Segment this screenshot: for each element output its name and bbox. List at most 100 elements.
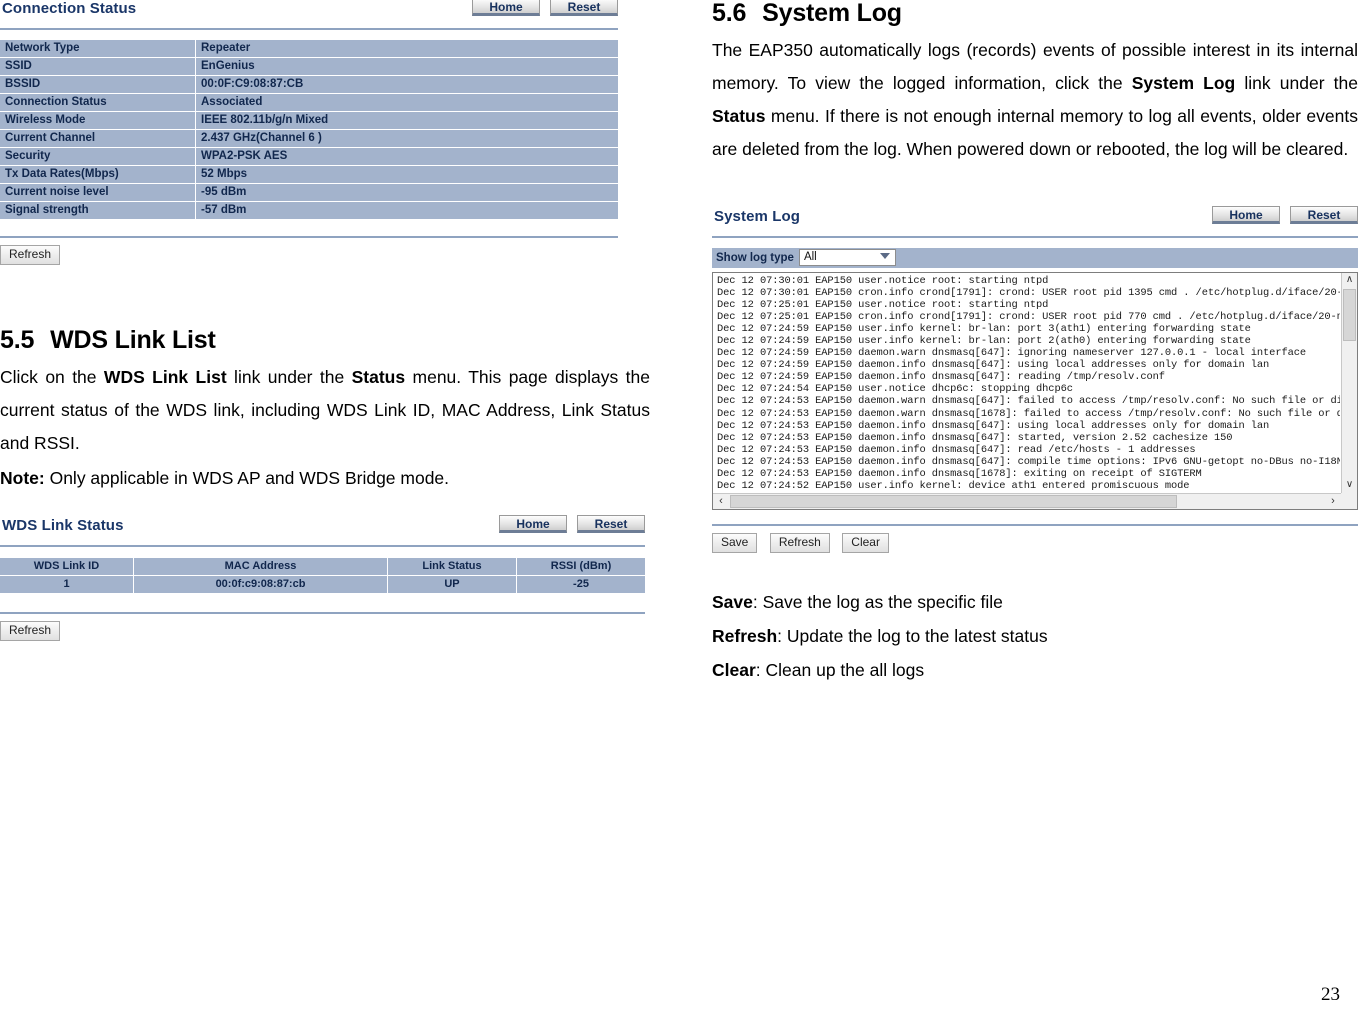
log-line: Dec 12 07:24:59 EAP150 user.info kernel:… <box>717 334 1251 347</box>
save-button[interactable]: Save <box>712 532 758 553</box>
log-line: Dec 12 07:24:53 EAP150 daemon.warn dnsma… <box>717 407 1340 420</box>
row-value: 2.437 GHz(Channel 6 ) <box>195 129 618 148</box>
log-line: Dec 12 07:25:01 EAP150 cron.info crond[1… <box>717 310 1340 323</box>
section-5-5-paragraph: Click on the WDS Link List link under th… <box>0 361 650 460</box>
row-value: IEEE 802.11b/g/n Mixed <box>195 111 618 130</box>
note-text: Only applicable in WDS AP and WDS Bridge… <box>44 467 450 488</box>
definition-save: Save: Save the log as the specific file <box>712 585 1358 619</box>
footer-divider <box>0 236 618 238</box>
connection-status-screenshot: Connection Status Home Reset Network Typ… <box>0 0 618 265</box>
row-key: Current Channel <box>0 129 196 148</box>
row-key: BSSID <box>0 75 196 94</box>
reset-button[interactable]: Reset <box>550 0 618 16</box>
section-heading: 5.5 WDS Link List <box>0 326 650 355</box>
title-divider <box>0 28 618 30</box>
log-line: Dec 12 07:24:53 EAP150 daemon.info dnsma… <box>717 419 1270 432</box>
section-title: System Log <box>762 0 902 27</box>
para-part: link under the <box>226 366 352 387</box>
definition-term: Save <box>712 591 753 612</box>
log-line: Dec 12 07:24:59 EAP150 user.info kernel:… <box>717 322 1251 335</box>
col-header-wds-link-id: WDS Link ID <box>0 557 134 576</box>
clear-button[interactable]: Clear <box>842 532 889 553</box>
connection-status-table: Network Type Repeater SSID EnGenius BSSI… <box>0 40 618 220</box>
panel-title: System Log <box>714 207 801 225</box>
log-output-box[interactable]: Dec 12 07:30:01 EAP150 user.notice root:… <box>712 271 1358 510</box>
log-type-filter-bar: Show log type All <box>712 247 1358 268</box>
reset-button[interactable]: Reset <box>577 514 645 533</box>
footer-divider <box>0 611 645 614</box>
section-title: WDS Link List <box>50 326 216 354</box>
col-header-link-status: Link Status <box>387 557 517 576</box>
para-part: link under the <box>1235 72 1358 93</box>
log-line: Dec 12 07:24:53 EAP150 daemon.warn dnsma… <box>717 395 1340 408</box>
scrollbar-corner <box>1341 492 1357 509</box>
refresh-button[interactable]: Refresh <box>769 532 830 553</box>
row-value: 00:0F:C9:08:87:CB <box>195 75 618 94</box>
para-part-bold: Status <box>351 366 406 387</box>
definition-desc: : Clean up the all logs <box>755 659 925 680</box>
row-key: Tx Data Rates(Mbps) <box>0 165 196 184</box>
table-row: Security WPA2-PSK AES <box>0 147 618 166</box>
definition-clear: Clear: Clean up the all logs <box>712 653 1358 687</box>
system-log-titlebar: System Log Home Reset <box>712 205 1358 234</box>
definition-refresh: Refresh: Update the log to the latest st… <box>712 619 1358 653</box>
col-header-mac-address: MAC Address <box>133 557 388 576</box>
system-log-footer-buttons: Save Refresh Clear <box>712 532 1358 553</box>
section-5-5-note: Note: Only applicable in WDS AP and WDS … <box>0 462 650 495</box>
para-part-bold: Status <box>712 105 766 126</box>
system-log-screenshot: System Log Home Reset Show log type All … <box>712 205 1358 553</box>
home-button[interactable]: Home <box>472 0 540 16</box>
wds-footer-buttons: Refresh <box>0 620 645 641</box>
definition-term: Clear <box>712 659 756 680</box>
refresh-button[interactable]: Refresh <box>0 620 61 641</box>
log-type-select[interactable]: All <box>798 249 896 266</box>
log-line: Dec 12 07:24:53 EAP150 daemon.info dnsma… <box>717 455 1340 468</box>
log-line: Dec 12 07:30:01 EAP150 user.notice root:… <box>717 274 1049 287</box>
log-line: Dec 12 07:24:53 EAP150 daemon.info dnsma… <box>717 431 1233 444</box>
table-row: Current noise level -95 dBm <box>0 183 618 202</box>
scroll-left-icon[interactable]: ‹ <box>713 494 729 509</box>
panel-action-buttons: Home Reset <box>472 0 618 16</box>
table-row: Current Channel 2.437 GHz(Channel 6 ) <box>0 129 618 148</box>
right-column: 5.6 System Log The EAP350 automatically l… <box>712 0 1358 687</box>
scroll-down-icon[interactable]: ∨ <box>1342 478 1357 493</box>
row-key: Signal strength <box>0 201 196 220</box>
horizontal-scrollbar[interactable]: ‹ › <box>713 492 1341 509</box>
vertical-scrollbar[interactable]: ∧ ∨ <box>1341 272 1357 493</box>
para-part-bold: WDS Link List <box>103 366 227 387</box>
para-part: menu. If there is not enough internal me… <box>712 105 1358 159</box>
left-column: Connection Status Home Reset Network Typ… <box>0 0 650 641</box>
panel-action-buttons: Home Reset <box>499 514 645 533</box>
table-row: Connection Status Associated <box>0 93 618 112</box>
cell-wds-link-id: 1 <box>0 575 134 594</box>
home-button[interactable]: Home <box>499 514 567 533</box>
table-row: Signal strength -57 dBm <box>0 201 618 220</box>
row-key: SSID <box>0 57 196 76</box>
panel-title: Connection Status <box>2 0 137 17</box>
home-button[interactable]: Home <box>1212 205 1280 224</box>
para-part: Click on the <box>0 366 104 387</box>
row-key: Security <box>0 147 196 166</box>
scroll-up-icon[interactable]: ∧ <box>1342 273 1357 288</box>
scroll-right-icon[interactable]: › <box>1325 494 1341 509</box>
reset-button[interactable]: Reset <box>1290 205 1358 224</box>
wds-titlebar: WDS Link Status Home Reset <box>0 514 645 543</box>
refresh-button[interactable]: Refresh <box>0 245 61 265</box>
chevron-down-icon <box>879 253 890 259</box>
col-header-rssi: RSSI (dBm) <box>516 557 645 576</box>
note-label: Note: <box>0 467 45 488</box>
footer-divider <box>712 523 1358 526</box>
log-line: Dec 12 07:24:59 EAP150 daemon.info dnsma… <box>717 359 1270 372</box>
log-line: Dec 12 07:24:59 EAP150 daemon.info dnsma… <box>717 371 1165 384</box>
section-number: 5.6 <box>712 0 747 27</box>
row-key: Current noise level <box>0 183 196 202</box>
cell-link-status: UP <box>387 575 517 594</box>
vertical-scroll-thumb[interactable] <box>1343 288 1356 341</box>
horizontal-scroll-thumb[interactable] <box>730 494 1177 508</box>
page-number: 23 <box>1321 984 1340 1005</box>
table-row: Network Type Repeater <box>0 40 618 58</box>
log-line: Dec 12 07:30:01 EAP150 cron.info crond[1… <box>717 286 1340 299</box>
row-value: -57 dBm <box>195 201 618 220</box>
section-5-6-paragraph: The EAP350 automatically logs (records) … <box>712 34 1358 166</box>
definition-desc: : Save the log as the specific file <box>752 591 1003 612</box>
